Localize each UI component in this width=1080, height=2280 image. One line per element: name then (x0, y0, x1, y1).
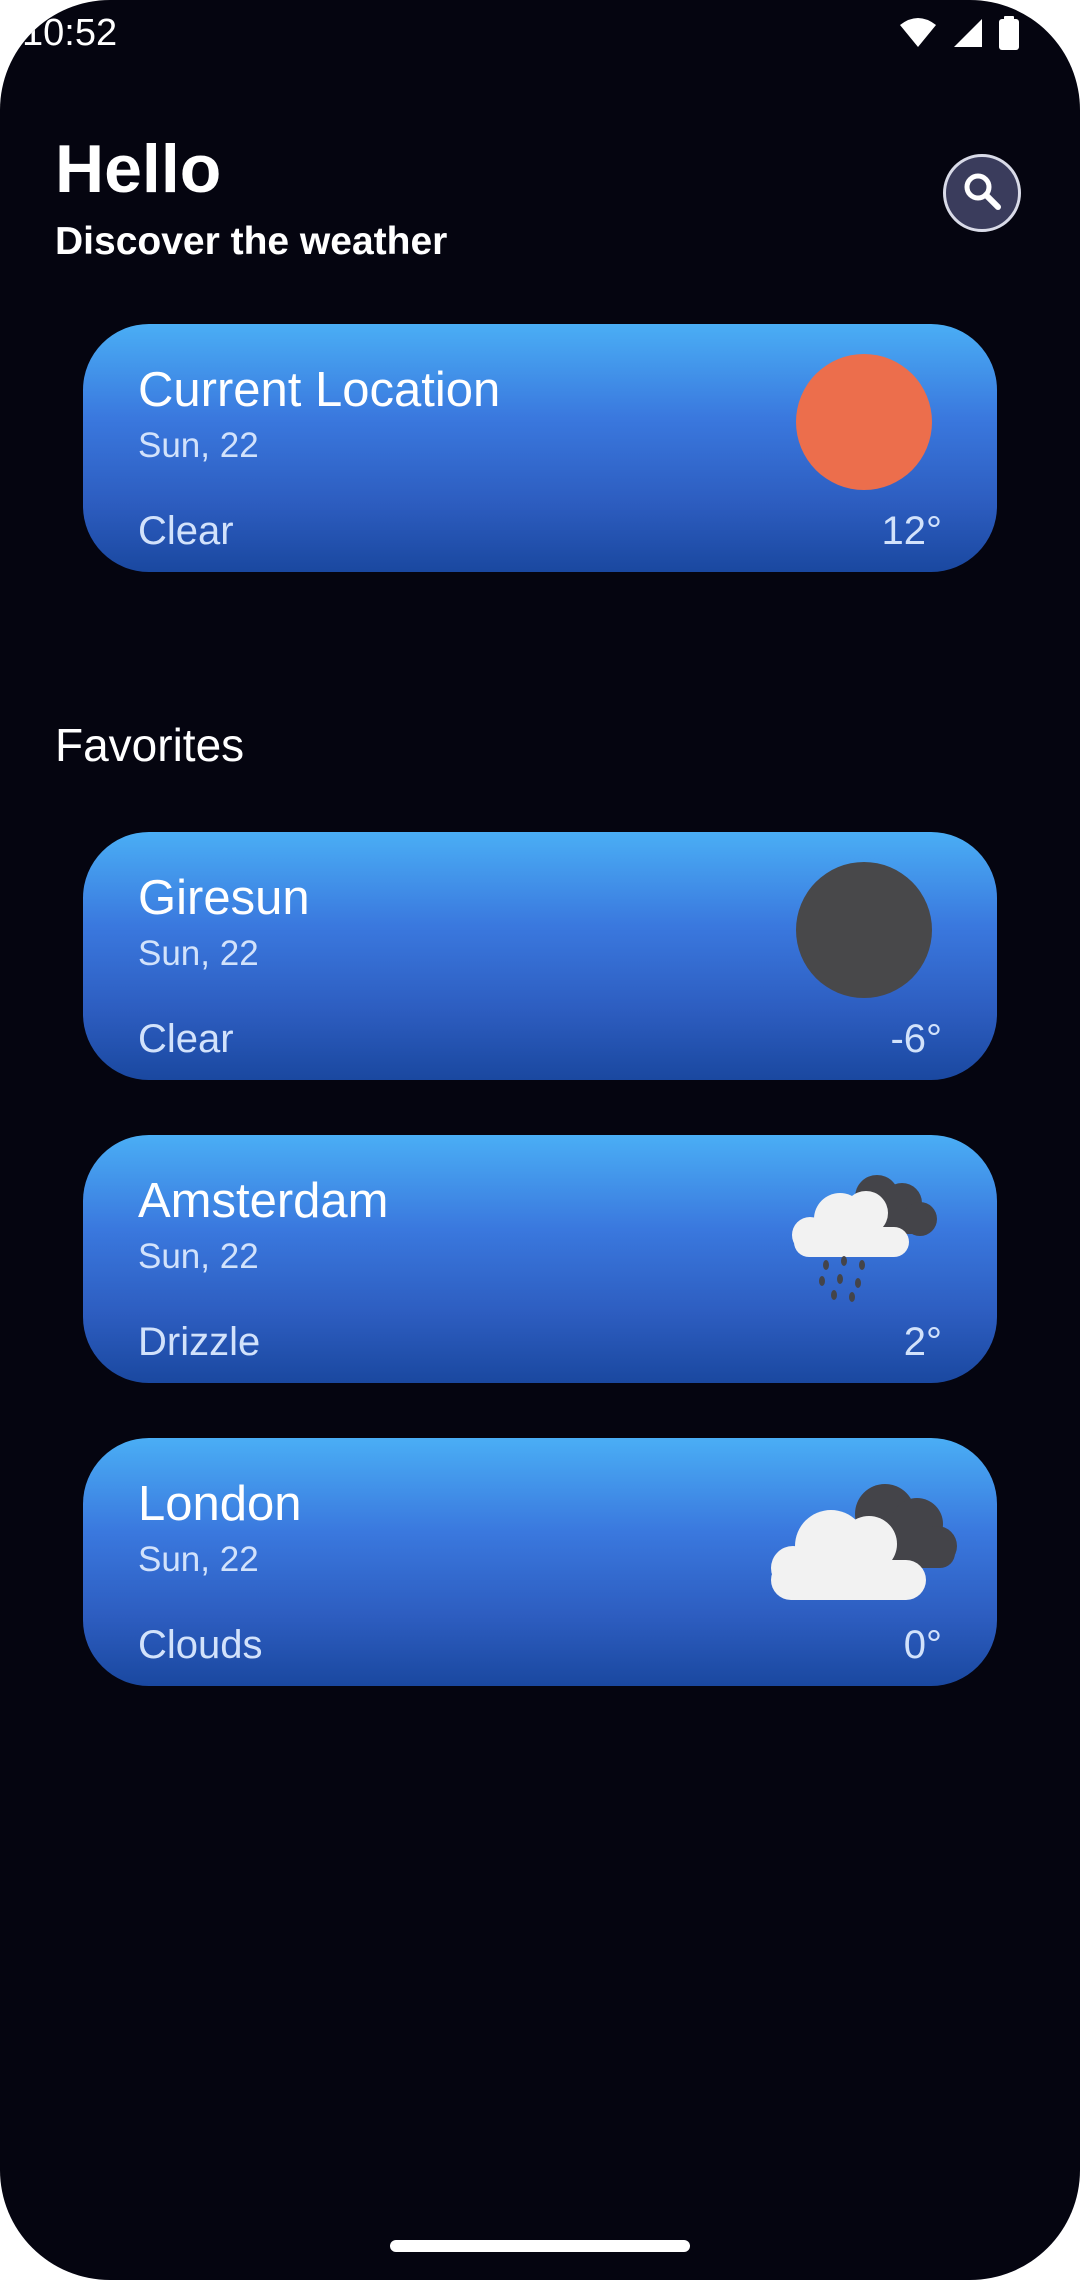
card-city: Amsterdam (138, 1174, 389, 1228)
search-icon (961, 170, 1003, 217)
greeting-title: Hello (55, 131, 222, 207)
card-condition: Clear (138, 1017, 234, 1061)
card-temperature: 0° (903, 1623, 942, 1667)
app-screen: 10:52 Hello Discover the weather Current… (0, 0, 1080, 2280)
card-temperature: 12° (881, 509, 943, 553)
card-condition: Clouds (138, 1623, 263, 1667)
moon-icon (782, 862, 942, 1002)
card-city: London (138, 1477, 302, 1531)
wifi-icon (898, 17, 938, 49)
favorite-card-amsterdam[interactable]: Amsterdam Sun, 22 Drizzle 2° (83, 1135, 997, 1383)
card-condition: Clear (138, 509, 234, 553)
home-indicator[interactable] (390, 2240, 690, 2252)
cellular-signal-icon (952, 17, 984, 49)
status-time: 10:52 (22, 12, 118, 54)
status-icons (898, 16, 1020, 50)
card-date: Sun, 22 (138, 426, 259, 465)
card-temperature: -6° (890, 1017, 942, 1061)
card-date: Sun, 22 (138, 934, 259, 973)
card-date: Sun, 22 (138, 1540, 259, 1579)
card-city: Giresun (138, 871, 310, 925)
sun-icon (782, 354, 942, 494)
greeting-subtitle: Discover the weather (55, 220, 448, 263)
search-button[interactable] (943, 154, 1021, 232)
battery-icon (998, 16, 1020, 50)
card-date: Sun, 22 (138, 1237, 259, 1276)
favorite-card-london[interactable]: London Sun, 22 Clouds 0° (83, 1438, 997, 1686)
card-temperature: 2° (903, 1320, 942, 1364)
current-location-card[interactable]: Current Location Sun, 22 Clear 12° (83, 324, 997, 572)
card-city: Current Location (138, 363, 501, 417)
card-condition: Drizzle (138, 1320, 261, 1364)
favorites-title: Favorites (55, 719, 245, 771)
drizzle-cloud-icon (782, 1165, 942, 1305)
favorite-card-giresun[interactable]: Giresun Sun, 22 Clear -6° (83, 832, 997, 1080)
clouds-icon (759, 1468, 959, 1608)
